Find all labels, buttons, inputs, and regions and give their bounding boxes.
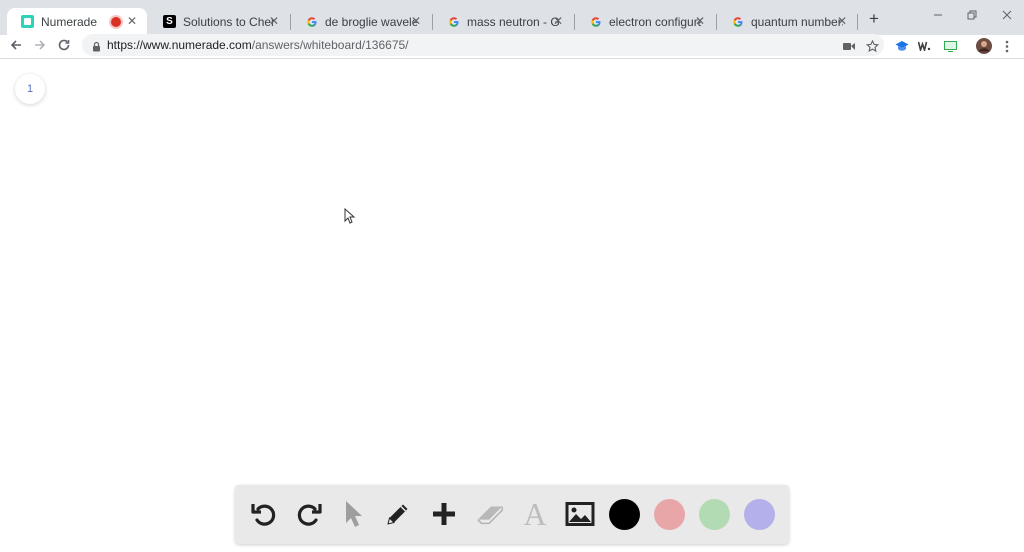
slader-icon: S [163, 15, 176, 28]
reload-icon[interactable] [56, 38, 72, 54]
bookmark-star-icon[interactable] [865, 39, 879, 53]
whiteboard-toolbar: A [235, 485, 789, 544]
eraser-icon[interactable] [474, 498, 506, 530]
text-icon[interactable]: A [519, 495, 551, 532]
lock-icon [92, 39, 101, 57]
profile-avatar-icon[interactable] [976, 38, 992, 54]
tab-quantum-numbers[interactable]: quantum numbers - Go ✕ [717, 8, 857, 35]
graduation-cap-icon[interactable] [895, 39, 909, 53]
recording-icon [111, 17, 121, 27]
close-tab-icon[interactable]: ✕ [835, 14, 849, 28]
close-tab-icon[interactable]: ✕ [267, 14, 281, 28]
close-tab-icon[interactable]: ✕ [409, 14, 423, 28]
url-path: /answers/whiteboard/136675/ [251, 38, 409, 52]
color-swatch-black[interactable] [609, 499, 640, 530]
screen-icon[interactable] [943, 39, 957, 53]
redo-icon[interactable] [293, 498, 325, 530]
tab-title: de broglie wavelength [325, 14, 417, 29]
select-icon[interactable] [337, 498, 369, 530]
page-number: 1 [26, 83, 34, 95]
tab-strip: Numerade ✕ S Solutions to Chemistry ✕ de… [0, 0, 1024, 35]
text-tool-glyph: A [523, 495, 547, 532]
url-host: https://www.numerade.com [107, 38, 252, 52]
page-number-badge[interactable]: 1 [15, 74, 45, 104]
url-text: https://www.numerade.com/answers/whitebo… [107, 38, 409, 52]
tab-de-broglie[interactable]: de broglie wavelength ✕ [291, 8, 431, 35]
tab-title: Solutions to Chemistry [183, 14, 275, 29]
close-tab-icon[interactable]: ✕ [125, 14, 139, 28]
wordtune-icon[interactable] [918, 39, 932, 53]
tab-numerade[interactable]: Numerade ✕ [7, 8, 147, 35]
close-tab-icon[interactable]: ✕ [693, 14, 707, 28]
undo-icon[interactable] [248, 498, 280, 530]
tab-title: quantum numbers - Go [751, 14, 843, 29]
google-icon [447, 15, 460, 28]
browser-toolbar: https://www.numerade.com/answers/whitebo… [0, 34, 1024, 57]
plus-icon[interactable] [428, 498, 460, 530]
google-icon [731, 15, 744, 28]
pencil-icon[interactable] [382, 498, 414, 530]
forward-icon[interactable] [32, 38, 48, 54]
color-swatch-pink[interactable] [654, 499, 685, 530]
tab-title: Numerade [41, 14, 98, 29]
menu-dots-icon[interactable] [1000, 39, 1014, 53]
tab-title: mass neutron - Google [467, 14, 559, 29]
back-icon[interactable] [8, 38, 24, 54]
google-icon [589, 15, 602, 28]
address-bar[interactable]: https://www.numerade.com/answers/whitebo… [82, 34, 884, 56]
window-close-icon[interactable] [999, 9, 1015, 23]
new-tab-button[interactable]: + [866, 10, 882, 27]
tab-title: electron configuration [609, 14, 701, 29]
color-swatch-lavender[interactable] [744, 499, 775, 530]
tab-electron-configuration[interactable]: electron configuration ✕ [575, 8, 715, 35]
tab-solutions[interactable]: S Solutions to Chemistry ✕ [149, 8, 289, 35]
image-icon[interactable] [564, 498, 596, 530]
restore-icon[interactable] [964, 9, 980, 23]
tab-separator [857, 14, 858, 30]
google-icon [305, 15, 318, 28]
numerade-icon [21, 15, 34, 28]
close-tab-icon[interactable]: ✕ [551, 14, 565, 28]
color-swatch-green[interactable] [699, 499, 730, 530]
mouse-cursor-icon [344, 207, 356, 229]
camera-icon[interactable] [842, 39, 856, 53]
toolbar-divider [0, 58, 1024, 59]
minimize-icon[interactable] [930, 9, 946, 23]
tab-mass-neutron[interactable]: mass neutron - Google ✕ [433, 8, 573, 35]
